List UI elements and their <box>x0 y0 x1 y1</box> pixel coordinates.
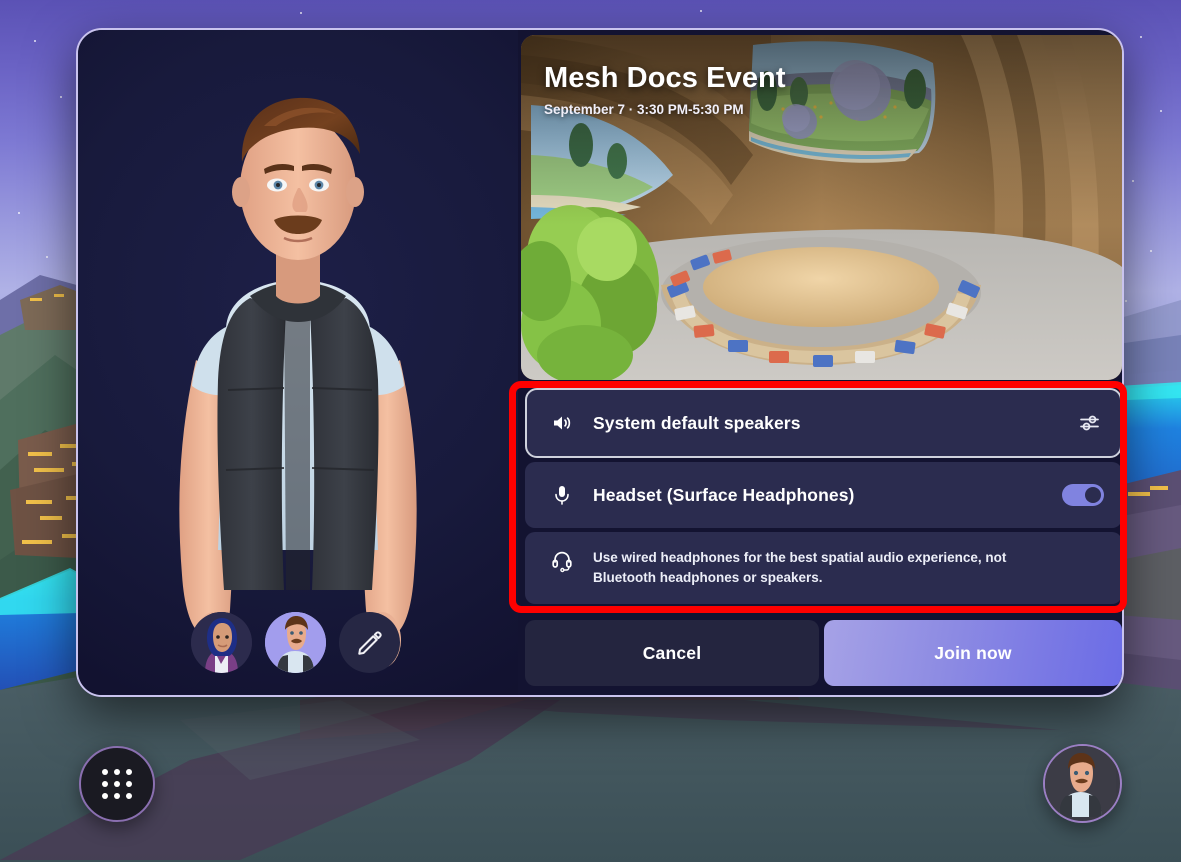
avatar-picker[interactable] <box>191 612 400 673</box>
speaker-icon <box>545 411 579 435</box>
app-launcher-button[interactable] <box>79 746 155 822</box>
join-now-button[interactable]: Join now <box>824 620 1122 686</box>
pencil-icon <box>357 630 382 655</box>
grid-dots-icon <box>102 769 132 799</box>
event-title: Mesh Docs Event <box>544 62 786 94</box>
microphone-toggle[interactable] <box>1062 484 1104 506</box>
avatar-preview-stage <box>78 30 518 695</box>
avatar-option-1[interactable] <box>191 612 252 673</box>
avatar-option-2[interactable] <box>265 612 326 673</box>
user-avatar <box>1045 746 1116 817</box>
microphone-device-row[interactable]: Headset (Surface Headphones) <box>525 462 1122 528</box>
edit-avatar-button[interactable] <box>339 612 400 673</box>
spatial-audio-hint-text: Use wired headphones for the best spatia… <box>593 550 1007 585</box>
cancel-button[interactable]: Cancel <box>525 620 819 686</box>
audio-settings-panel: System default speakers Headset (Surface… <box>525 388 1122 605</box>
meeting-details-column: Mesh Docs Event September 7 · 3:30 PM-5:… <box>518 30 1122 695</box>
event-header: Mesh Docs Event September 7 · 3:30 PM-5:… <box>544 62 786 117</box>
speaker-device-label: System default speakers <box>593 412 801 433</box>
spatial-audio-hint: Use wired headphones for the best spatia… <box>525 532 1122 605</box>
profile-avatar-button[interactable] <box>1043 744 1122 823</box>
speaker-device-row[interactable]: System default speakers <box>525 388 1122 458</box>
headset-icon <box>545 548 579 573</box>
dialog-actions: Cancel Join now <box>525 620 1122 686</box>
join-meeting-dialog: Mesh Docs Event September 7 · 3:30 PM-5:… <box>76 28 1124 697</box>
avatar-figure <box>179 97 417 668</box>
sliders-icon[interactable] <box>1076 409 1104 437</box>
event-datetime: September 7 · 3:30 PM-5:30 PM <box>544 102 744 117</box>
microphone-icon <box>545 483 579 507</box>
microphone-device-label: Headset (Surface Headphones) <box>593 484 855 505</box>
